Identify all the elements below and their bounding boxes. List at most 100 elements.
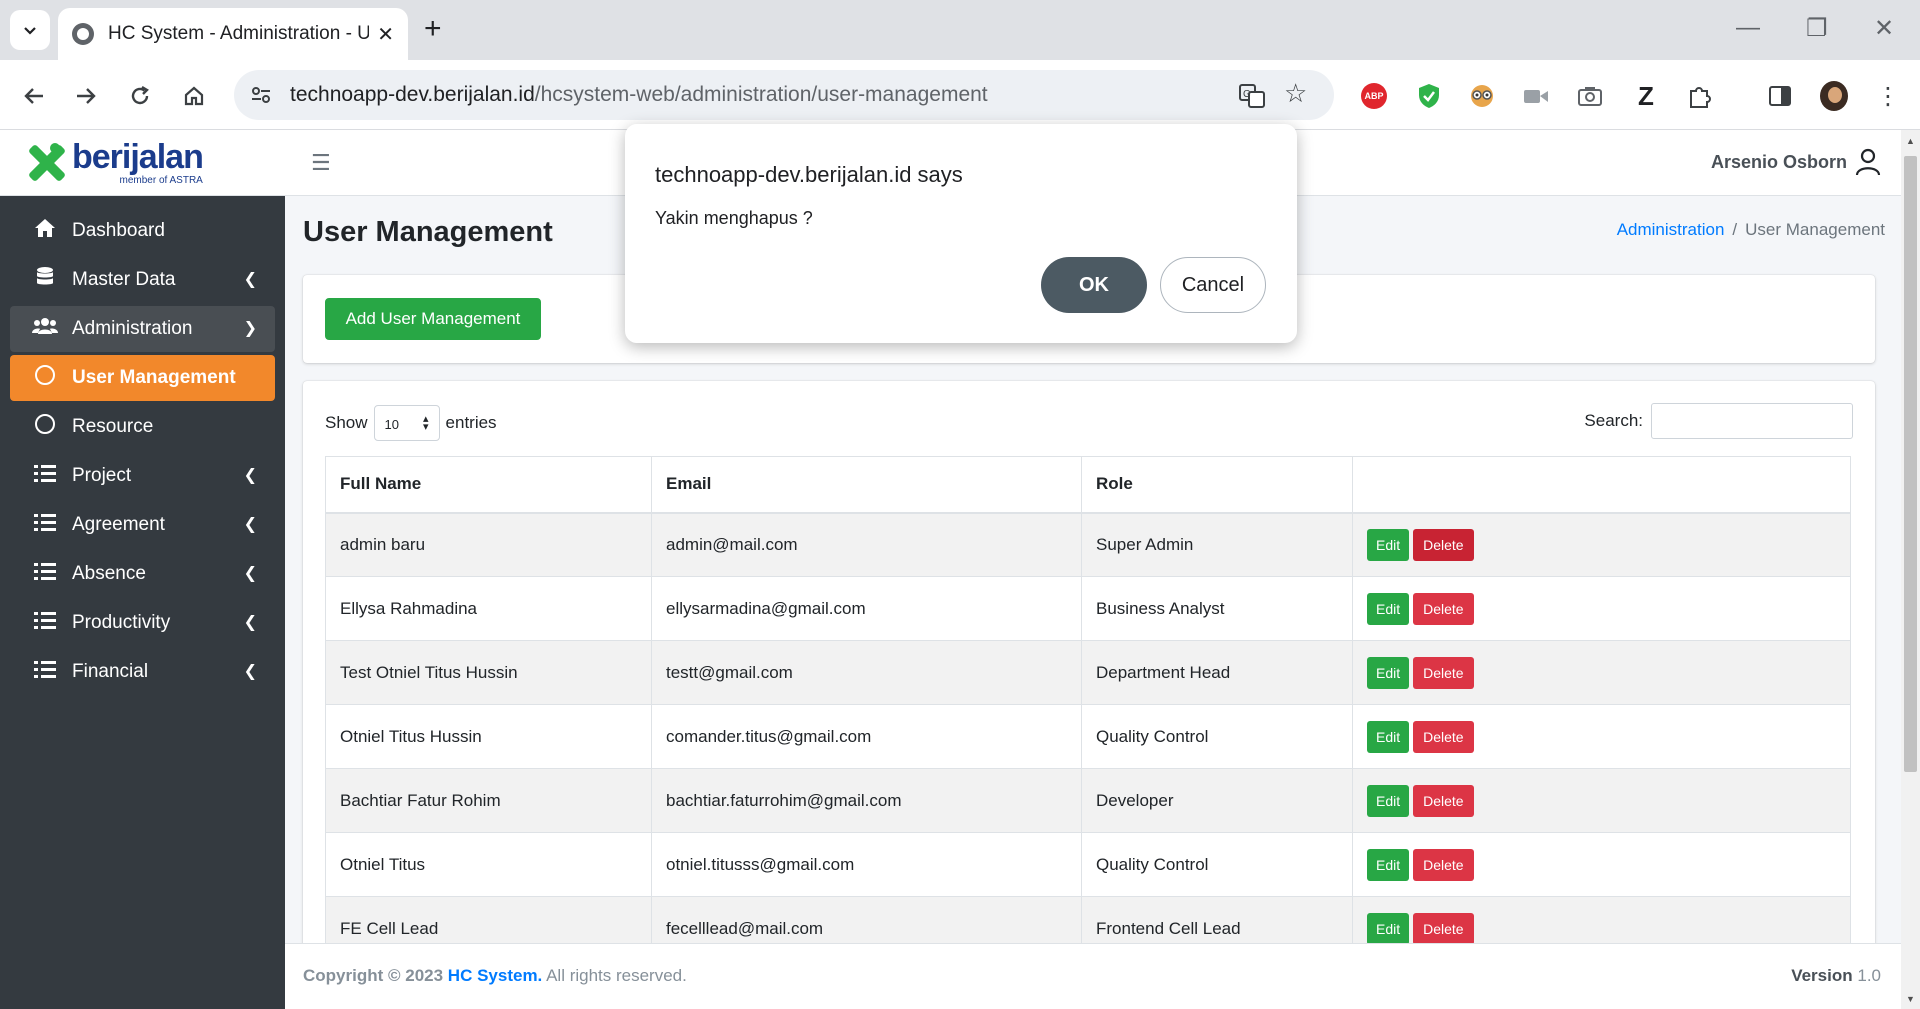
side-panel-button[interactable]: [1766, 82, 1794, 110]
cell-actions: Edit Delete: [1352, 576, 1851, 641]
scroll-down-icon[interactable]: ▼: [1906, 994, 1915, 1004]
close-window-button[interactable]: ✕: [1874, 14, 1894, 43]
edit-button[interactable]: Edit: [1367, 848, 1410, 881]
sidebar-item-absence[interactable]: Absence ❮: [10, 551, 275, 597]
scroll-up-icon[interactable]: ▲: [1906, 136, 1915, 146]
list-icon: [32, 513, 58, 537]
users-table-card: Show 10 ▴ ▾ entries Search: Full Name Ema…: [303, 381, 1875, 1009]
user-icon[interactable]: [1855, 148, 1881, 176]
shield-extension[interactable]: [1415, 82, 1443, 110]
cell-full-name: Bachtiar Fatur Rohim: [325, 768, 652, 833]
sidebar-item-user-management[interactable]: User Management: [10, 355, 275, 401]
new-tab-button[interactable]: +: [424, 12, 442, 46]
sidebar-item-label: Financial: [72, 661, 149, 682]
sidebar-item-project[interactable]: Project ❮: [10, 453, 275, 499]
edit-button[interactable]: Edit: [1367, 656, 1410, 689]
dialog-title: technoapp-dev.berijalan.id says: [655, 162, 963, 187]
edit-button[interactable]: Edit: [1367, 528, 1410, 561]
sidebar-item-resource[interactable]: Resource: [10, 404, 275, 450]
adblock-extension[interactable]: ABP: [1360, 82, 1388, 110]
edit-button[interactable]: Edit: [1367, 592, 1410, 625]
version-value: 1.0: [1857, 966, 1881, 985]
menu-dots-icon[interactable]: ⋮: [1874, 82, 1902, 110]
cell-role: Quality Control: [1081, 832, 1353, 897]
delete-button[interactable]: Delete: [1413, 720, 1474, 753]
cell-full-name: Test Otniel Titus Hussin: [325, 640, 652, 705]
z-extension[interactable]: Z: [1632, 81, 1660, 111]
footer-brand-link[interactable]: HC System.: [448, 966, 542, 985]
edit-button[interactable]: Edit: [1367, 784, 1410, 817]
minimize-button[interactable]: —: [1736, 14, 1760, 42]
delete-button[interactable]: Delete: [1413, 784, 1474, 817]
reload-button[interactable]: [120, 76, 160, 116]
profile-button[interactable]: [1820, 81, 1848, 111]
sidebar-item-agreement[interactable]: Agreement ❮: [10, 502, 275, 548]
entries-select[interactable]: 10 ▴ ▾: [373, 405, 440, 441]
chevron-down-icon: ❯: [243, 320, 257, 337]
delete-button[interactable]: Delete: [1413, 592, 1474, 625]
globe-icon: [72, 23, 94, 45]
delete-button[interactable]: Delete: [1413, 656, 1474, 689]
eyes-extension[interactable]: [1468, 82, 1496, 110]
url-path: /hcsystem-web/administration/user-manage…: [534, 83, 988, 106]
sidebar-item-label: User Management: [72, 367, 236, 388]
scrollbar-thumb[interactable]: [1904, 156, 1917, 772]
brand-logo[interactable]: berijalan member of ASTRA: [0, 130, 285, 196]
sidepanel-icon: [1769, 86, 1791, 106]
add-user-management-button[interactable]: Add User Management: [325, 298, 541, 340]
ok-button[interactable]: OK: [1041, 257, 1147, 313]
cell-actions: Edit Delete: [1352, 704, 1851, 769]
camera-extension[interactable]: [1576, 82, 1604, 110]
table-row: Test Otniel Titus Hussin testt@gmail.com…: [325, 640, 1851, 705]
back-button[interactable]: [14, 76, 54, 116]
cell-full-name: Otniel Titus: [325, 832, 652, 897]
breadcrumb-link-administration[interactable]: Administration: [1617, 220, 1725, 239]
column-header-full-name[interactable]: Full Name: [325, 456, 652, 514]
cell-role: Business Analyst: [1081, 576, 1353, 641]
list-icon: [32, 464, 58, 488]
tab-search-button[interactable]: [10, 10, 50, 50]
column-header-email[interactable]: Email: [651, 456, 1082, 514]
close-tab-icon[interactable]: ✕: [377, 22, 394, 47]
edit-button[interactable]: Edit: [1367, 912, 1410, 945]
page-scrollbar[interactable]: ▲ ▼: [1901, 130, 1920, 1009]
table-row: Ellysa Rahmadina ellysarmadina@gmail.com…: [325, 576, 1851, 641]
search-input[interactable]: [1651, 403, 1853, 439]
url-text[interactable]: technoapp-dev.berijalan.id/hcsystem-web/…: [290, 83, 988, 107]
delete-button[interactable]: Delete: [1413, 848, 1474, 881]
sidebar-item-productivity[interactable]: Productivity ❮: [10, 600, 275, 646]
rights-text: All rights reserved.: [546, 966, 687, 985]
search-label: Search:: [1584, 411, 1643, 430]
column-header-role[interactable]: Role: [1081, 456, 1353, 514]
cancel-button[interactable]: Cancel: [1160, 257, 1266, 313]
cell-full-name: admin baru: [325, 512, 652, 577]
delete-button[interactable]: Delete: [1413, 912, 1474, 945]
extensions-button[interactable]: [1686, 82, 1714, 110]
star-icon[interactable]: ☆: [1284, 78, 1307, 109]
sidebar-item-administration[interactable]: Administration ❯: [10, 306, 275, 352]
copyright-text: Copyright © 2023: [303, 966, 444, 985]
delete-button[interactable]: Delete: [1413, 528, 1474, 561]
entries-value: 10: [384, 417, 399, 432]
edit-button[interactable]: Edit: [1367, 720, 1410, 753]
sidebar-item-dashboard[interactable]: Dashboard: [10, 208, 275, 254]
forward-button[interactable]: [66, 76, 106, 116]
dialog-message: Yakin menghapus ?: [655, 208, 813, 228]
translate-icon[interactable]: G: [1238, 82, 1266, 110]
cell-email: admin@mail.com: [651, 512, 1082, 577]
site-info-icon[interactable]: [248, 82, 274, 108]
sidebar-item-label: Resource: [72, 416, 154, 437]
tab-title: HC System - Administration - U: [108, 23, 370, 44]
sidebar-item-master-data[interactable]: Master Data ❮: [10, 257, 275, 303]
browser-tab[interactable]: HC System - Administration - U ✕: [58, 8, 408, 60]
sort-arrows-icon: ▴ ▾: [423, 413, 429, 433]
video-extension[interactable]: [1522, 82, 1550, 110]
restore-button[interactable]: ❐: [1806, 14, 1828, 43]
hamburger-menu-icon[interactable]: ☰: [311, 150, 331, 176]
user-name[interactable]: Arsenio Osborn: [1711, 152, 1847, 173]
address-bar[interactable]: technoapp-dev.berijalan.id/hcsystem-web/…: [234, 70, 1334, 120]
home-button[interactable]: [174, 76, 214, 116]
sidebar-item-label: Dashboard: [72, 220, 165, 241]
sidebar-item-financial[interactable]: Financial ❮: [10, 649, 275, 695]
circle-icon: [32, 365, 58, 391]
